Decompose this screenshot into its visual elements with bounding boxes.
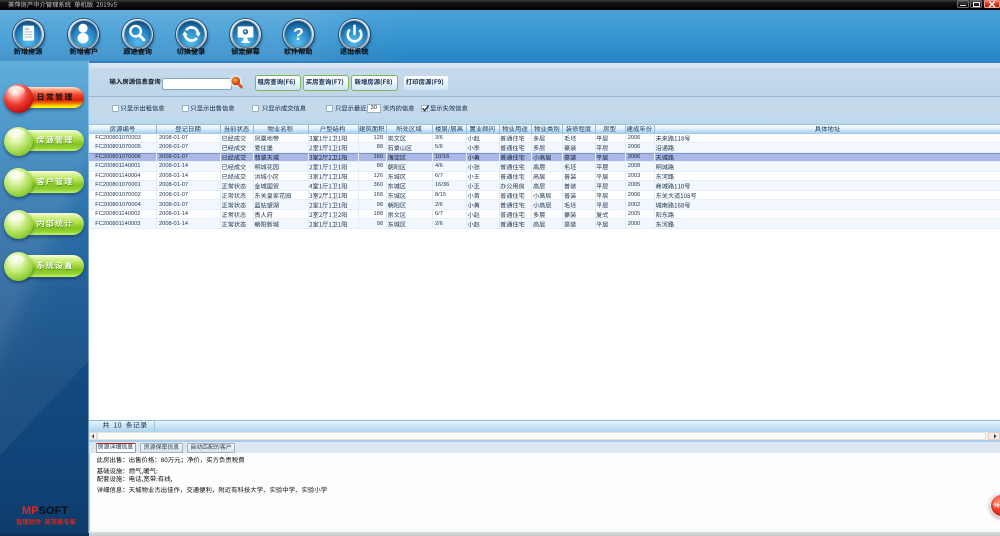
svg-text:?: ? (293, 24, 304, 44)
svg-text:%: % (993, 501, 1000, 510)
